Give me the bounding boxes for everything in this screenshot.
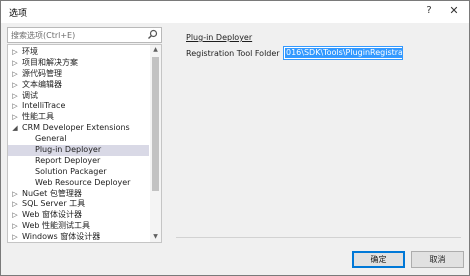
- scroll-thumb[interactable]: [152, 57, 159, 191]
- tree-item[interactable]: Plug-in Deployer: [8, 145, 149, 156]
- collapsed-arrow-icon[interactable]: ▷: [11, 58, 19, 69]
- tree-item[interactable]: General: [8, 134, 149, 145]
- tree-item-label: SQL Server 工具: [22, 199, 86, 209]
- tree-item-label: 性能工具: [22, 112, 54, 122]
- tree-scrollbar[interactable]: ▲ ▼: [150, 45, 161, 242]
- registration-folder-label: Registration Tool Folder: [186, 49, 280, 58]
- tree-item[interactable]: ▷ 项目和解决方案: [8, 58, 149, 69]
- registration-folder-input[interactable]: 016\SDK\Tools\PluginRegistration\: [283, 46, 403, 60]
- tree-item[interactable]: ▷ NuGet 包管理器: [8, 189, 149, 200]
- registration-folder-value: 016\SDK\Tools\PluginRegistration\: [285, 48, 402, 58]
- tree-item[interactable]: Solution Packager: [8, 167, 149, 178]
- tree-item-label: 调试: [22, 90, 38, 100]
- tree-item-label: CRM Developer Extensions: [22, 123, 130, 133]
- tree-item[interactable]: ▷ 源代码管理: [8, 69, 149, 80]
- tree-item-label: 环境: [22, 47, 38, 56]
- collapsed-arrow-icon[interactable]: ▷: [11, 101, 19, 112]
- tree-item[interactable]: Report Deployer: [8, 156, 149, 167]
- tree-item[interactable]: ▷ Web 性能测试工具: [8, 221, 149, 232]
- collapsed-arrow-icon[interactable]: ▷: [11, 210, 19, 221]
- scroll-down-arrow-icon[interactable]: ▼: [150, 232, 161, 242]
- tree-item[interactable]: ▷ 性能工具: [8, 112, 149, 123]
- tree-item[interactable]: ▷ 文本编辑器: [8, 80, 149, 91]
- collapsed-arrow-icon[interactable]: ▷: [11, 199, 19, 210]
- section-title: Plug-in Deployer: [186, 33, 253, 42]
- collapsed-arrow-icon[interactable]: ▷: [11, 69, 19, 80]
- tree-item-label: Plug-in Deployer: [35, 145, 102, 155]
- close-icon[interactable]: ✕: [447, 4, 461, 18]
- tree-item-label: Web 窗体设计器: [22, 210, 82, 220]
- tree-item-label: IntelliTrace: [22, 101, 66, 111]
- help-icon[interactable]: ?: [422, 4, 436, 18]
- tree-item-label: 项目和解决方案: [22, 57, 78, 67]
- tree-item-label: 源代码管理: [22, 68, 62, 78]
- search-placeholder: 搜索选项(Ctrl+E): [11, 31, 76, 40]
- tree-item[interactable]: ▷ Windows 窗体设计器: [8, 232, 149, 242]
- tree-item-label: Solution Packager: [35, 166, 107, 176]
- collapsed-arrow-icon[interactable]: ▷: [11, 47, 19, 58]
- scroll-up-arrow-icon[interactable]: ▲: [150, 45, 161, 55]
- tree-rows: ▷ 环境 ▷ 项目和解决方案 ▷ 源代码管理 ▷ 文本编辑器 ▷ 调试 ▷ IntelliTrace ▷…: [8, 47, 149, 242]
- cancel-button[interactable]: 取消: [411, 251, 464, 268]
- tree-item[interactable]: ▷ IntelliTrace: [8, 101, 149, 112]
- title-bar[interactable]: 选项 ? ✕: [1, 1, 469, 23]
- tree-item-label: NuGet 包管理器: [22, 188, 82, 198]
- tree-item[interactable]: ▷ SQL Server 工具: [8, 199, 149, 210]
- tree-item-label: General: [35, 134, 67, 144]
- tree-item-label: Report Deployer: [35, 155, 101, 165]
- tree-item-label: Web Resource Deployer: [35, 177, 131, 187]
- search-icon[interactable]: [147, 29, 158, 40]
- tree-item-label: Web 性能测试工具: [22, 221, 90, 231]
- ok-button[interactable]: 确定: [352, 251, 405, 268]
- tree-item[interactable]: Web Resource Deployer: [8, 178, 149, 189]
- search-options-input[interactable]: 搜索选项(Ctrl+E): [7, 27, 162, 43]
- tree-item[interactable]: ▷ 调试: [8, 91, 149, 102]
- tree-item[interactable]: ▷ Web 窗体设计器: [8, 210, 149, 221]
- tree-item-label: Windows 窗体设计器: [22, 232, 101, 242]
- options-dialog: 选项 ? ✕ 搜索选项(Ctrl+E) ▷ 环境 ▷ 项目和解决方案 ▷ 源代码管理 ▷ 文本…: [0, 0, 470, 276]
- collapsed-arrow-icon[interactable]: ▷: [11, 91, 19, 102]
- collapsed-arrow-icon[interactable]: ▷: [11, 221, 19, 232]
- collapsed-arrow-icon[interactable]: ▷: [11, 232, 19, 242]
- collapsed-arrow-icon[interactable]: ▷: [11, 189, 19, 200]
- tree-item[interactable]: ◢ CRM Developer Extensions: [8, 123, 149, 134]
- collapsed-arrow-icon[interactable]: ▷: [11, 112, 19, 123]
- options-tree[interactable]: ▷ 环境 ▷ 项目和解决方案 ▷ 源代码管理 ▷ 文本编辑器 ▷ 调试 ▷ IntelliTrace ▷…: [7, 44, 162, 243]
- collapsed-arrow-icon[interactable]: ▷: [11, 80, 19, 91]
- window-title: 选项: [9, 9, 28, 19]
- tree-item[interactable]: ▷ 环境: [8, 47, 149, 58]
- tree-item-label: 文本编辑器: [22, 79, 62, 89]
- divider: [176, 237, 461, 238]
- expanded-arrow-icon[interactable]: ◢: [11, 123, 19, 134]
